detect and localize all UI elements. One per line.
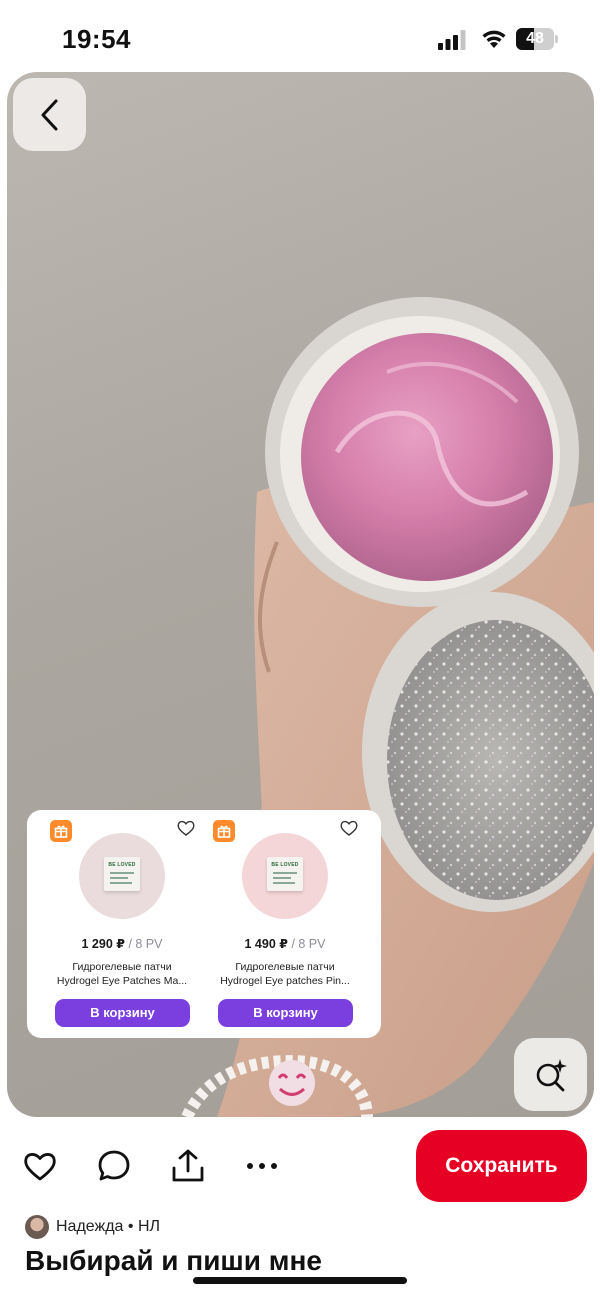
product-name: Гидрогелевые патчи Hydrogel Eye patches … <box>206 960 364 988</box>
status-bar: 19:54 48 <box>0 0 600 72</box>
status-time: 19:54 <box>62 24 131 54</box>
signal-icon <box>438 30 466 50</box>
product-name: Гидрогелевые патчи Hydrogel Eye Patches … <box>43 960 201 988</box>
gift-icon <box>50 820 72 842</box>
heart-outline-icon[interactable] <box>176 818 196 838</box>
gift-icon <box>213 820 235 842</box>
product-panel: BE LOVED 1 290 ₽ / 8 PV Гидрогелевые пат… <box>27 810 381 1038</box>
product-image: BE LOVED <box>242 833 328 919</box>
product-card[interactable]: BE LOVED 1 490 ₽ / 8 PV Гидрогелевые пат… <box>204 810 366 1038</box>
product-price: 1 290 ₽ / 8 PV <box>41 936 203 951</box>
battery-level: 48 <box>526 30 544 47</box>
battery-indicator: 48 <box>516 28 558 50</box>
pin-author[interactable]: Надежда • НЛ <box>25 1214 160 1240</box>
home-indicator[interactable] <box>193 1277 407 1284</box>
price-value: 1 490 ₽ <box>244 937 288 951</box>
author-name[interactable]: Надежда • НЛ <box>56 1218 160 1236</box>
product-name-line2: Hydrogel Eye Patches Ma... <box>56 975 188 987</box>
heart-outline-icon[interactable] <box>339 818 359 838</box>
product-name-line1: Гидрогелевые патчи <box>235 961 335 973</box>
pin-description <box>25 1289 575 1297</box>
add-to-cart-button[interactable]: В корзину <box>55 999 190 1027</box>
product-image: BE LOVED <box>79 833 165 919</box>
comment-icon[interactable] <box>96 1148 132 1184</box>
more-icon[interactable] <box>244 1148 280 1184</box>
pack-brand-logo: BE LOVED <box>108 862 136 868</box>
product-name-line2: Hydrogel Eye patches Pin... <box>220 975 350 987</box>
visual-search-button[interactable] <box>514 1038 587 1111</box>
back-button[interactable] <box>13 78 86 151</box>
visual-search-icon <box>536 1058 567 1091</box>
product-price: 1 490 ₽ / 8 PV <box>204 936 366 951</box>
add-to-cart-button[interactable]: В корзину <box>218 999 353 1027</box>
product-name-line1: Гидрогелевые патчи <box>72 961 172 973</box>
chevron-left-icon <box>41 99 57 130</box>
price-pv: / 8 PV <box>128 937 163 951</box>
pin-title: Выбирай и пиши мне <box>25 1245 322 1276</box>
avatar[interactable] <box>25 1215 49 1239</box>
pin-actions-bar: Сохранить <box>0 1126 600 1210</box>
product-card[interactable]: BE LOVED 1 290 ₽ / 8 PV Гидрогелевые пат… <box>41 810 203 1038</box>
save-button[interactable]: Сохранить <box>416 1130 587 1202</box>
share-icon[interactable] <box>170 1148 206 1184</box>
pack-brand-logo: BE LOVED <box>271 862 299 868</box>
price-pv: / 8 PV <box>291 937 326 951</box>
heart-icon[interactable] <box>22 1148 58 1184</box>
wifi-icon <box>482 30 506 48</box>
price-value: 1 290 ₽ <box>81 937 125 951</box>
